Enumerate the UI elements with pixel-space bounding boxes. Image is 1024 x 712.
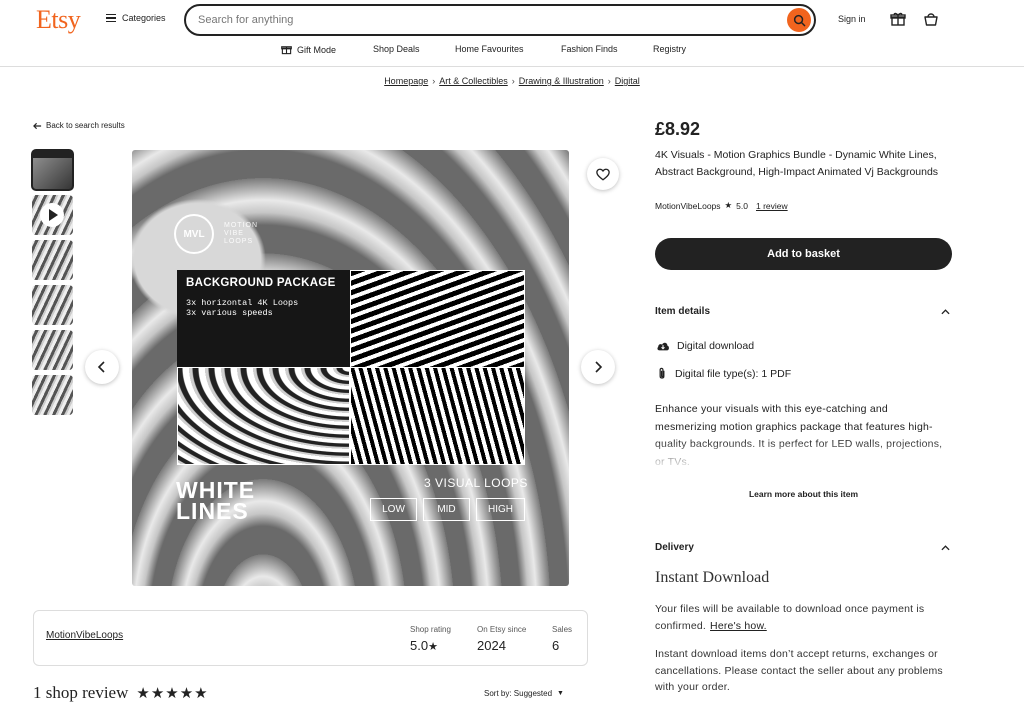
caret-down-icon: ▼ (557, 690, 564, 697)
basket-icon[interactable] (922, 10, 940, 28)
chevron-up-icon (941, 308, 950, 314)
menu-icon (106, 14, 116, 22)
header-divider (0, 66, 1024, 67)
chevron-right-icon: › (607, 76, 611, 86)
visual-loops-label: 3 VISUAL LOOPS (424, 476, 528, 490)
thumbnail-1[interactable] (31, 149, 74, 191)
thumbnail-4[interactable] (32, 285, 73, 325)
nav-registry[interactable]: Registry (653, 44, 686, 54)
search-icon (793, 14, 805, 26)
returns-policy: Instant download items don’t accept retu… (655, 648, 943, 693)
chevron-right-icon: › (432, 76, 436, 86)
product-title: 4K Visuals - Motion Graphics Bundle - Dy… (655, 149, 939, 178)
breadcrumb-drawing-illustration[interactable]: Drawing & Illustration (519, 76, 604, 86)
star-rating: ★★★★★ (136, 684, 209, 702)
chevron-up-icon (941, 544, 950, 550)
reviews-heading: 1 shop review ★★★★★ (33, 683, 209, 702)
seller-name[interactable]: MotionVibeLoops (655, 201, 721, 211)
shop-since: On Etsy since 2024 (477, 625, 527, 653)
thumbnail-video[interactable] (32, 195, 73, 235)
package-line: 3x various speeds (186, 308, 273, 318)
nav-gift-mode[interactable]: Gift Mode (281, 44, 336, 55)
preview-tile (350, 270, 525, 368)
heres-how-link[interactable]: Here's how. (710, 620, 767, 632)
thumbnail-list (31, 149, 74, 415)
chevron-right-icon (595, 361, 603, 373)
star-icon: ★ (428, 640, 438, 653)
play-icon (40, 203, 64, 227)
add-to-basket-button[interactable]: Add to basket (655, 238, 952, 270)
arrow-left-icon (33, 122, 42, 129)
mvl-logo: MVL (174, 214, 214, 254)
breadcrumb: Homepage › Art & Collectibles › Drawing & Il… (0, 76, 1024, 86)
speed-high: HIGH (476, 498, 525, 521)
seller-row: MotionVibeLoops ★ 5.0 1 review (655, 201, 788, 211)
product-price: £8.92 (655, 119, 701, 139)
chevron-left-icon (97, 361, 105, 373)
back-to-search-link[interactable]: Back to search results (33, 121, 125, 130)
shop-name-link[interactable]: MotionVibeLoops (46, 630, 123, 641)
thumbnail-3[interactable] (32, 240, 73, 280)
sign-in-link[interactable]: Sign in (838, 14, 866, 24)
nav-home-favourites[interactable]: Home Favourites (455, 44, 524, 54)
image-headline: WHITE LINES (176, 477, 256, 524)
review-count-link[interactable]: 1 review (756, 201, 788, 211)
item-description: Enhance your visuals with this eye-catch… (655, 403, 943, 468)
nav-fashion-finds[interactable]: Fashion Finds (561, 44, 618, 54)
search-input[interactable] (198, 14, 758, 26)
chevron-right-icon: › (511, 76, 515, 86)
thumbnail-6[interactable] (32, 375, 73, 415)
preview-tile (177, 367, 350, 465)
delivery-toggle[interactable]: Delivery (655, 542, 950, 553)
item-details-toggle[interactable]: Item details (655, 306, 950, 317)
etsy-logo[interactable]: Etsy (36, 5, 81, 35)
next-image-button[interactable] (581, 350, 615, 384)
seller-rating: 5.0 (736, 201, 748, 211)
previous-image-button[interactable] (85, 350, 119, 384)
mvl-logo-subtitle: MOTION VIBE LOOPS (224, 222, 258, 245)
digital-download-row: Digital download (656, 340, 754, 352)
search-bar (184, 4, 816, 36)
preview-tile (350, 367, 525, 465)
thumbnail-5[interactable] (32, 330, 73, 370)
shop-rating: Shop rating 5.0★ (410, 625, 451, 653)
categories-label: Categories (122, 13, 166, 23)
favorite-button[interactable] (587, 158, 619, 190)
sort-dropdown[interactable]: Sort by: Suggested ▼ (484, 689, 564, 698)
gift-icon[interactable] (889, 10, 907, 28)
categories-button[interactable]: Categories (106, 13, 166, 23)
product-image[interactable]: MVL MOTION VIBE LOOPS BACKGROUND PACKAGE 3… (132, 150, 569, 586)
search-button[interactable] (787, 8, 811, 32)
package-line: 3x horizontal 4K Loops (186, 298, 299, 308)
paperclip-icon (659, 367, 665, 379)
delivery-title: Instant Download (655, 569, 770, 586)
speed-labels: LOW MID HIGH (370, 498, 525, 521)
learn-more-button[interactable]: Learn more about this item (655, 489, 952, 499)
package-box: BACKGROUND PACKAGE 3x horizontal 4K Loop… (177, 270, 350, 367)
package-title: BACKGROUND PACKAGE (186, 277, 336, 289)
file-type-row: Digital file type(s): 1 PDF (656, 367, 791, 380)
shop-sales: Sales 6 (552, 625, 573, 653)
breadcrumb-digital[interactable]: Digital (615, 76, 640, 86)
speed-low: LOW (370, 498, 417, 521)
breadcrumb-art-collectibles[interactable]: Art & Collectibles (439, 76, 508, 86)
nav-shop-deals[interactable]: Shop Deals (373, 44, 420, 54)
delivery-info: Your files will be available to download… (655, 603, 925, 632)
breadcrumb-homepage[interactable]: Homepage (384, 76, 428, 86)
cloud-download-icon (657, 342, 669, 351)
star-icon: ★ (724, 201, 733, 211)
heart-icon (596, 168, 610, 181)
speed-mid: MID (423, 498, 470, 521)
gift-icon (281, 46, 292, 55)
shop-info-card: MotionVibeLoops Shop rating 5.0★ On Etsy… (33, 610, 588, 666)
